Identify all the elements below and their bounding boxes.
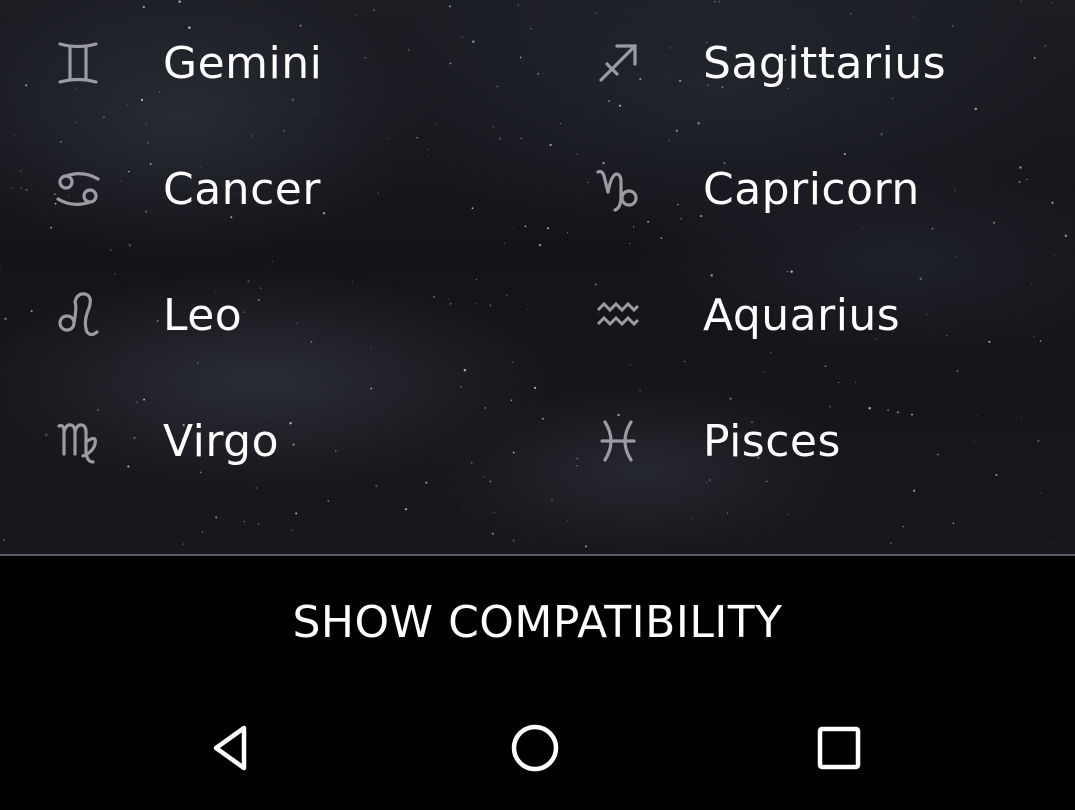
sign-name: Cancer: [163, 163, 321, 215]
zodiac-screen: Gemini Cancer Leo Virgo Sagittarius Capr…: [0, 0, 1075, 810]
system-navigation-bar: [0, 688, 1075, 810]
star: [257, 523, 260, 525]
sign-item-cancer[interactable]: Cancer: [0, 126, 540, 252]
back-triangle-icon: [213, 725, 247, 771]
action-bar: SHOW COMPATIBILITY: [0, 556, 1075, 688]
star: [567, 520, 569, 522]
star: [3, 539, 5, 542]
show-compatibility-button[interactable]: SHOW COMPATIBILITY: [292, 597, 782, 648]
star: [585, 545, 587, 548]
home-button[interactable]: [495, 708, 575, 788]
pisces-icon: [586, 409, 650, 473]
sign-item-leo[interactable]: Leo: [0, 252, 540, 378]
star: [215, 516, 218, 519]
star: [952, 522, 955, 525]
sign-item-pisces[interactable]: Pisces: [540, 378, 1075, 504]
star: [182, 543, 184, 545]
home-circle-icon: [511, 724, 559, 772]
sign-item-aquarius[interactable]: Aquarius: [540, 252, 1075, 378]
star: [691, 517, 693, 519]
star: [493, 511, 496, 514]
star: [491, 532, 494, 535]
star: [512, 539, 515, 542]
sign-item-sagittarius[interactable]: Sagittarius: [540, 0, 1075, 126]
sign-name: Pisces: [703, 415, 841, 467]
sagittarius-icon: [586, 31, 650, 95]
star: [889, 542, 892, 545]
gemini-icon: [46, 31, 110, 95]
sign-name: Gemini: [163, 37, 323, 89]
sign-name: Capricorn: [703, 163, 920, 215]
recents-button[interactable]: [799, 708, 879, 788]
star: [788, 513, 790, 515]
recents-square-icon: [817, 726, 861, 770]
virgo-icon: [46, 409, 110, 473]
sign-name: Sagittarius: [703, 37, 947, 89]
star: [1049, 542, 1052, 544]
cancer-icon: [46, 157, 110, 221]
capricorn-icon: [586, 157, 650, 221]
sign-name: Leo: [163, 289, 243, 341]
sign-item-virgo[interactable]: Virgo: [0, 378, 540, 504]
star: [286, 527, 288, 529]
star: [201, 531, 204, 533]
sign-item-gemini[interactable]: Gemini: [0, 0, 540, 126]
aquarius-icon: [586, 283, 650, 347]
star: [295, 512, 298, 515]
sign-item-capricorn[interactable]: Capricorn: [540, 126, 1075, 252]
star: [902, 525, 905, 528]
back-button[interactable]: [194, 708, 274, 788]
sign-name: Virgo: [163, 415, 280, 467]
sign-name: Aquarius: [703, 289, 901, 341]
star: [291, 529, 294, 531]
star: [316, 550, 317, 552]
star: [727, 512, 729, 514]
zodiac-sign-grid: Gemini Cancer Leo Virgo Sagittarius Capr…: [0, 0, 1075, 510]
star: [243, 520, 246, 523]
leo-icon: [46, 283, 110, 347]
